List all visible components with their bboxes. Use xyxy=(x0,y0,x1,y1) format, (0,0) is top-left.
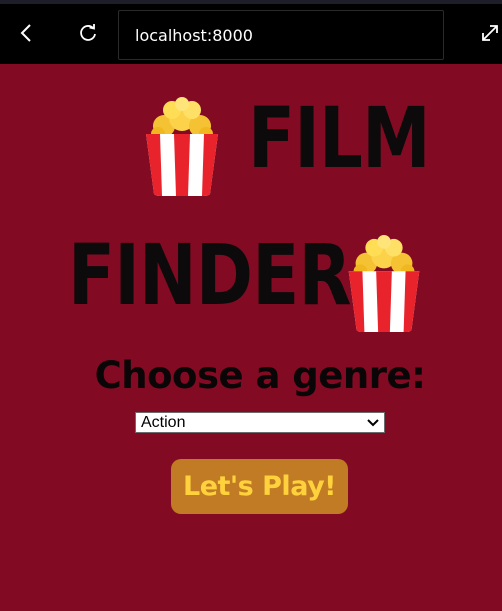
url-bar[interactable]: localhost:8000 xyxy=(118,10,444,60)
title-line-2: FINDER xyxy=(68,233,413,317)
title-film: FILM xyxy=(248,89,431,187)
genre-select[interactable]: Action xyxy=(135,412,385,433)
back-arrow-icon xyxy=(20,24,31,42)
lets-play-label: Let's Play! xyxy=(182,471,337,502)
expand-button[interactable] xyxy=(475,18,502,48)
expand-icon xyxy=(482,25,498,41)
chevron-down-icon xyxy=(367,418,379,426)
reload-icon xyxy=(80,24,96,41)
browser-toolbar: localhost:8000 xyxy=(0,0,502,64)
url-text: localhost:8000 xyxy=(135,25,253,45)
title-line-1: FILM xyxy=(144,96,470,180)
genre-selected-value: Action xyxy=(141,413,186,431)
back-button[interactable] xyxy=(12,18,42,48)
lets-play-button[interactable]: Let's Play! xyxy=(171,459,348,514)
title-finder: FINDER xyxy=(68,226,352,324)
genre-prompt: Choose a genre: xyxy=(94,354,426,397)
reload-button[interactable] xyxy=(73,18,103,48)
